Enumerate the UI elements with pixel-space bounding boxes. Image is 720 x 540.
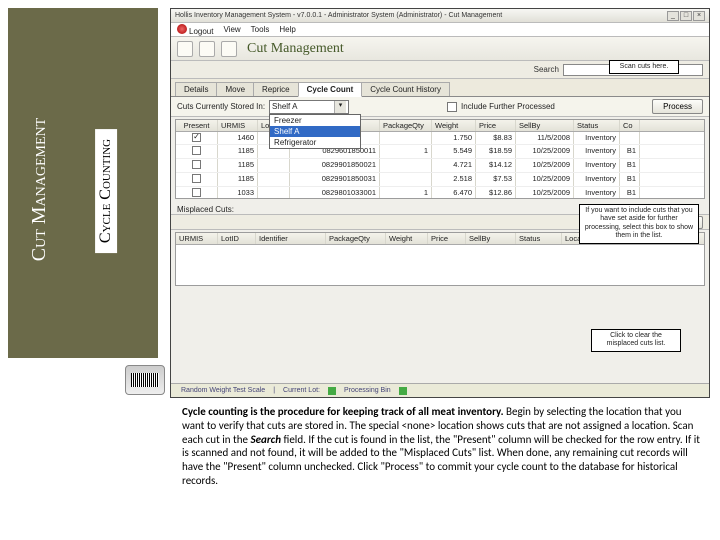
window-title: Hollis Inventory Management System - v7.… bbox=[175, 12, 502, 19]
location-option[interactable]: Shelf A bbox=[270, 126, 360, 137]
status-scale: Random Weight Test Scale bbox=[177, 387, 269, 394]
slide-description: Cycle counting is the procedure for keep… bbox=[182, 405, 702, 488]
location-option[interactable]: Refrigerator bbox=[270, 137, 360, 148]
table-row[interactable]: 1460EX21.750$8.8311/5/2008Inventory bbox=[176, 132, 704, 145]
present-checkbox[interactable] bbox=[192, 146, 201, 155]
help-menu[interactable]: Help bbox=[279, 25, 295, 34]
tab-cycle-count[interactable]: Cycle Count bbox=[298, 82, 363, 97]
search-bar: Scan cuts here. Search bbox=[171, 61, 709, 79]
table-row[interactable]: 1033082980103300116.470$12.8610/25/2009I… bbox=[176, 187, 704, 198]
sidebar-title-sub: Cycle Counting bbox=[95, 129, 117, 253]
back-icon[interactable] bbox=[177, 41, 193, 57]
cuts-grid-header: Present URMIS Lot Identifier PackageQty … bbox=[176, 120, 704, 132]
tab-strip: Details Move Reprice Cycle Count Cycle C… bbox=[171, 79, 709, 97]
menubar: Logout View Tools Help bbox=[171, 23, 709, 37]
tools-menu[interactable]: Tools bbox=[251, 25, 270, 34]
logout-menu[interactable]: Logout bbox=[177, 24, 213, 36]
process-button[interactable]: Process bbox=[652, 99, 703, 114]
location-dropdown-menu: Freezer Shelf A Refrigerator bbox=[269, 114, 361, 149]
location-dropdown[interactable]: Shelf A ▾ bbox=[269, 100, 349, 114]
close-button[interactable]: × bbox=[693, 11, 705, 21]
sidebar-band: Cut Management Cycle Counting bbox=[8, 8, 158, 358]
minimize-button[interactable]: _ bbox=[667, 11, 679, 21]
maximize-button[interactable]: □ bbox=[680, 11, 692, 21]
callout-scan-here: Scan cuts here. bbox=[609, 60, 679, 74]
statusbar: Random Weight Test Scale| Current Lot: P… bbox=[171, 383, 709, 397]
status-indicator-icon bbox=[328, 387, 336, 395]
tab-move[interactable]: Move bbox=[216, 82, 254, 96]
search-label: Search bbox=[534, 65, 559, 74]
present-checkbox[interactable] bbox=[192, 133, 201, 142]
view-menu[interactable]: View bbox=[223, 25, 240, 34]
callout-include-processed: If you want to include cuts that you hav… bbox=[579, 204, 699, 244]
tab-reprice[interactable]: Reprice bbox=[253, 82, 299, 96]
include-processed-checkbox[interactable] bbox=[447, 102, 457, 112]
include-processed-label: Include Further Processed bbox=[461, 102, 555, 111]
status-lot-label: Current Lot: bbox=[279, 387, 324, 394]
location-option[interactable]: Freezer bbox=[270, 115, 360, 126]
toolbar: Cut Management bbox=[171, 37, 709, 61]
chevron-down-icon: ▾ bbox=[334, 101, 346, 113]
logout-icon bbox=[177, 24, 187, 34]
cut-icon[interactable] bbox=[221, 41, 237, 57]
callout-clear: Click to clear the misplaced cuts list. bbox=[591, 329, 681, 352]
titlebar: Hollis Inventory Management System - v7.… bbox=[171, 9, 709, 23]
table-row[interactable]: 118508299018500312.518$7.5310/25/2009Inv… bbox=[176, 173, 704, 187]
toolbar-title: Cut Management bbox=[247, 41, 344, 57]
app-window: Hollis Inventory Management System - v7.… bbox=[170, 8, 710, 398]
present-checkbox[interactable] bbox=[192, 188, 201, 197]
present-checkbox[interactable] bbox=[192, 160, 201, 169]
table-row[interactable]: 1185082960185001115.549$18.5910/25/2009I… bbox=[176, 145, 704, 159]
cycle-toolbar: Cuts Currently Stored In: Shelf A ▾ Free… bbox=[171, 97, 709, 117]
tab-cycle-history[interactable]: Cycle Count History bbox=[361, 82, 450, 96]
location-selected: Shelf A bbox=[272, 102, 297, 111]
status-bin-label: Processing Bin bbox=[340, 387, 395, 394]
tab-details[interactable]: Details bbox=[175, 82, 217, 96]
barcode-icon bbox=[125, 365, 165, 395]
table-row[interactable]: 118508299018500214.721$14.1210/25/2009In… bbox=[176, 159, 704, 173]
cuts-grid: Present URMIS Lot Identifier PackageQty … bbox=[175, 119, 705, 199]
present-checkbox[interactable] bbox=[192, 174, 201, 183]
sidebar-title-main: Cut Management bbox=[28, 118, 51, 261]
status-indicator-icon bbox=[399, 387, 407, 395]
print-icon[interactable] bbox=[199, 41, 215, 57]
stored-in-label: Cuts Currently Stored In: bbox=[177, 102, 265, 111]
